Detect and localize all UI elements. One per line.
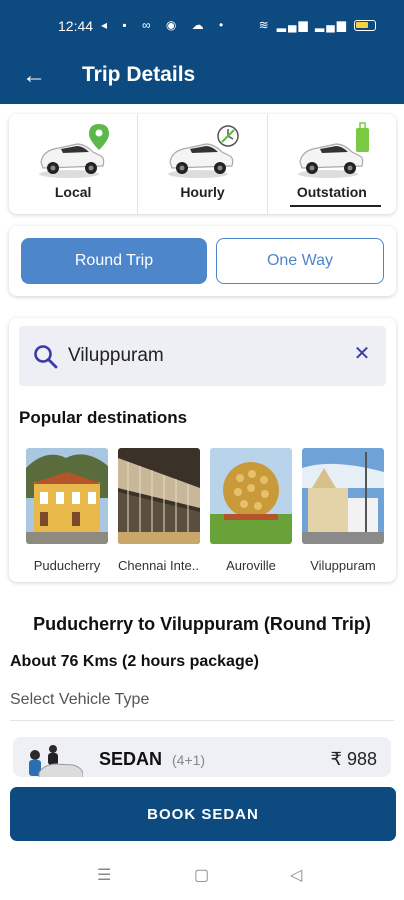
vehicle-price: ₹ 988 (330, 749, 378, 769)
trip-type-outstation[interactable]: Outstation (266, 114, 396, 214)
route-distance: About 76 Kms (2 hours package) (10, 653, 259, 670)
system-icons: ≋ ▂▄▆ ▂▄▆ (259, 18, 376, 32)
route-title: Puducherry to Viluppuram (Round Trip) (33, 614, 371, 634)
back-arrow-icon[interactable]: ← (20, 62, 48, 90)
destination-card: Viluppuram ✕ Popular destinations Puduch… (9, 318, 396, 582)
app-bar: ← Trip Details (0, 52, 404, 104)
search-icon (34, 345, 58, 369)
car-with-luggage-icon (297, 122, 369, 178)
destination-image (26, 448, 108, 544)
trip-type-label: Hourly (180, 184, 225, 200)
book-sedan-button[interactable]: BOOK SEDAN (10, 787, 396, 841)
destination-label: Auroville (226, 558, 276, 573)
destination-viluppuram[interactable]: Viluppuram (302, 448, 384, 573)
car-with-clock-icon (168, 125, 240, 178)
status-bar: 12:44 ◂ ▪ ∞ ◉ ☁ • ≋ ▂▄▆ ▂▄▆ (0, 0, 404, 52)
notification-icons: ◂ ▪ ∞ ◉ ☁ • (101, 18, 230, 32)
car-with-pin-icon (39, 124, 110, 178)
vehicle-name: SEDAN (99, 749, 163, 769)
status-time: 12:44 (58, 18, 94, 34)
vehicle-seats: (4+1) (172, 752, 206, 768)
back-icon[interactable]: ◁ (290, 865, 302, 885)
destination-label: Chennai Inte... (118, 558, 200, 573)
search-value: Viluppuram (68, 345, 164, 366)
round-trip-button[interactable]: Round Trip (21, 238, 207, 284)
vehicle-option-sedan[interactable]: SEDAN (4+1) ₹ 988 (13, 737, 391, 777)
destination-image (302, 448, 384, 544)
trip-type-selector: Local Hourly Outstation (9, 114, 396, 214)
signal-icon: ▂▄▆ ▂▄▆ (276, 18, 348, 32)
destination-image (210, 448, 292, 544)
selected-tab-indicator (289, 205, 381, 207)
destination-image (118, 448, 200, 544)
one-way-button[interactable]: One Way (216, 238, 384, 284)
popular-destinations-title: Popular destinations (19, 408, 188, 427)
destination-label: Puducherry (33, 558, 101, 573)
trip-type-label: Outstation (296, 184, 367, 200)
destination-chennai-international[interactable]: Chennai Inte... (118, 448, 200, 573)
system-navigation-bar: ☰ ▢ ◁ (0, 850, 404, 900)
trip-mode-toggle: Round Trip One Way (9, 226, 396, 296)
destinations-list: Puducherry Chennai Inte... Auroville Vil… (26, 448, 384, 573)
destination-auroville[interactable]: Auroville (210, 448, 292, 573)
search-input[interactable]: Viluppuram ✕ (19, 326, 386, 386)
destination-puducherry[interactable]: Puducherry (26, 448, 108, 573)
battery-icon (354, 19, 376, 31)
page-title: Trip Details (82, 63, 196, 86)
wifi-icon: ≋ (258, 18, 271, 32)
trip-type-label: Local (54, 184, 92, 200)
select-vehicle-label: Select Vehicle Type (10, 691, 150, 708)
clear-icon[interactable]: ✕ (350, 342, 374, 366)
home-icon[interactable]: ▢ (194, 865, 209, 885)
trip-type-local[interactable]: Local (9, 114, 137, 214)
recents-icon[interactable]: ☰ (97, 865, 111, 885)
sedan-with-driver-icon (29, 745, 83, 777)
divider (10, 720, 394, 721)
destination-label: Viluppuram (310, 558, 376, 573)
trip-type-hourly[interactable]: Hourly (137, 114, 266, 214)
